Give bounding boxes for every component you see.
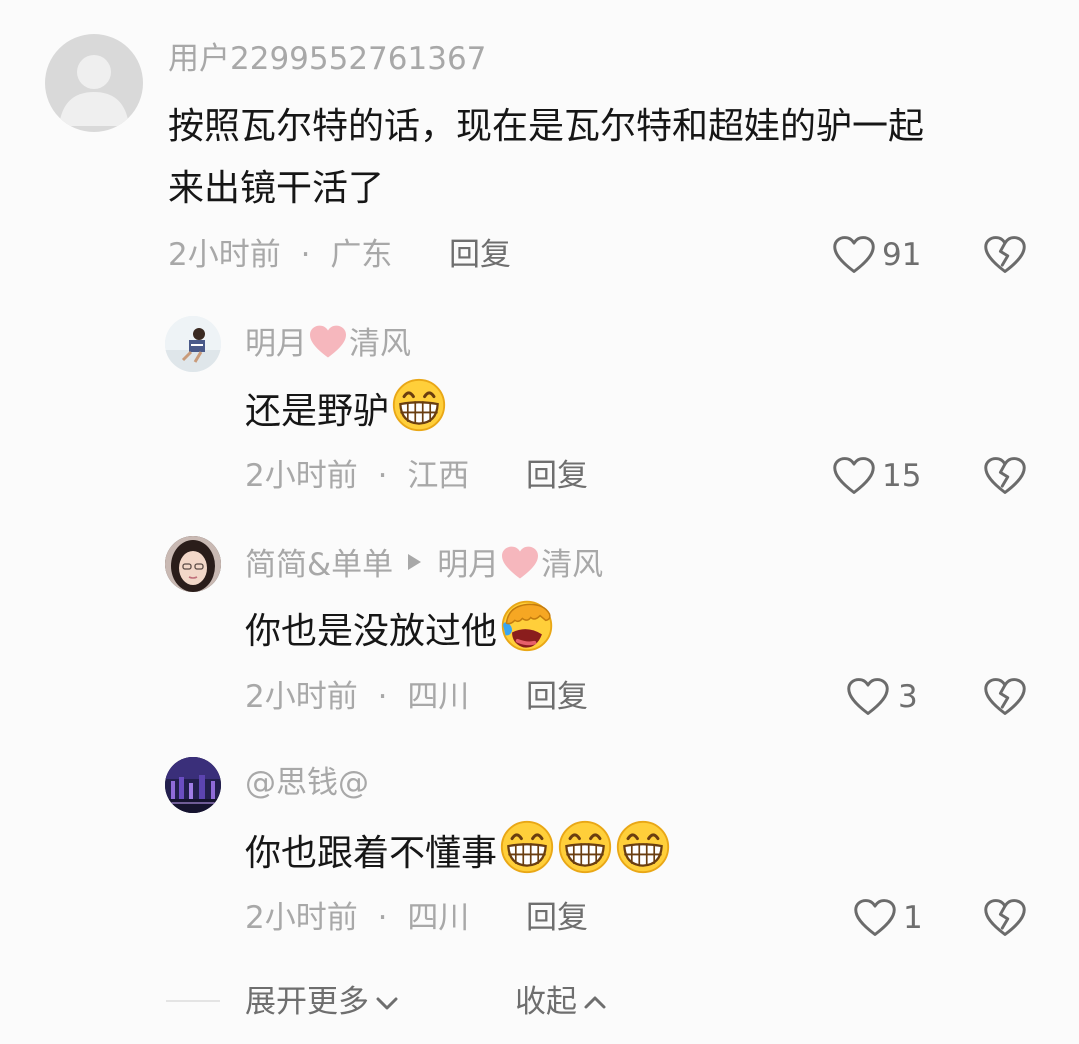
expand-more-button[interactable]: 展开更多 bbox=[245, 984, 401, 1020]
broken-heart-icon[interactable] bbox=[983, 454, 1027, 498]
location: 四川 bbox=[407, 900, 470, 936]
username-part1: 明月 bbox=[245, 326, 307, 362]
avatar[interactable] bbox=[165, 536, 221, 592]
comment-meta: 2小时前 · 广东 bbox=[168, 237, 392, 273]
comment-text-content: 你也是没放过他 bbox=[245, 611, 498, 652]
username-part2: 清风 bbox=[349, 326, 411, 362]
comment-text-content: 你也跟着不懂事 bbox=[245, 833, 498, 874]
chevron-up-icon bbox=[584, 996, 606, 1009]
reply-to-part1: 明月 bbox=[437, 547, 500, 583]
comment-text-line2: 来出镜干活了 bbox=[168, 168, 385, 209]
heart-outline-icon[interactable] bbox=[832, 454, 876, 498]
default-user-icon bbox=[59, 55, 129, 126]
reply-button[interactable]: 回复 bbox=[526, 458, 588, 494]
comment-text: 你也跟着不懂事 bbox=[245, 819, 671, 885]
facepalm-laugh-emoji-icon bbox=[499, 597, 555, 653]
location: 江西 bbox=[407, 458, 470, 494]
avatar-photo bbox=[165, 536, 221, 592]
reply-button[interactable]: 回复 bbox=[526, 679, 588, 715]
reply-to-part2: 清风 bbox=[541, 547, 604, 583]
username[interactable]: 明月 清风 bbox=[245, 324, 411, 362]
comment-text: 按照瓦尔特的话，现在是瓦尔特和超娃的驴一起 来出镜干活了 bbox=[168, 96, 924, 220]
like-count: 3 bbox=[898, 679, 918, 715]
grinning-emoji-icon bbox=[391, 377, 447, 433]
username[interactable]: @思钱@ bbox=[245, 765, 369, 801]
location: 四川 bbox=[407, 679, 470, 715]
collapse-label: 收起 bbox=[515, 984, 577, 1020]
avatar-photo bbox=[165, 316, 221, 372]
username[interactable]: 用户2299552761367 bbox=[168, 41, 486, 77]
avatar[interactable] bbox=[165, 757, 221, 813]
comment-meta: 2小时前 · 四川 bbox=[245, 900, 469, 936]
location: 广东 bbox=[330, 237, 393, 273]
pink-heart-icon bbox=[308, 324, 348, 360]
pink-heart-icon bbox=[500, 545, 540, 581]
comment-text-content: 还是野驴 bbox=[245, 391, 390, 432]
timestamp: 2小时前 bbox=[168, 237, 281, 273]
collapse-button[interactable]: 收起 bbox=[515, 984, 609, 1020]
comment-text-line1: 按照瓦尔特的话，现在是瓦尔特和超娃的驴一起 bbox=[168, 106, 925, 147]
comment-meta: 2小时前 · 江西 bbox=[245, 458, 469, 494]
divider bbox=[166, 1000, 220, 1002]
broken-heart-icon[interactable] bbox=[983, 675, 1027, 719]
avatar[interactable] bbox=[165, 316, 221, 372]
timestamp: 2小时前 bbox=[245, 900, 358, 936]
username-text: 简简&单单 bbox=[245, 547, 394, 583]
separator: · bbox=[377, 458, 388, 494]
broken-heart-icon[interactable] bbox=[983, 896, 1027, 940]
heart-outline-icon[interactable] bbox=[832, 233, 876, 277]
timestamp: 2小时前 bbox=[245, 679, 358, 715]
username[interactable]: 简简&单单 明月 清风 bbox=[245, 545, 603, 583]
separator: · bbox=[377, 679, 388, 715]
like-count: 1 bbox=[903, 900, 923, 936]
comment-meta: 2小时前 · 四川 bbox=[245, 679, 469, 715]
avatar-photo bbox=[165, 757, 221, 813]
grinning-emoji-icon bbox=[499, 819, 555, 875]
timestamp: 2小时前 bbox=[245, 458, 358, 494]
comment-text: 还是野驴 bbox=[245, 377, 447, 443]
grinning-emoji-icon bbox=[557, 819, 613, 875]
heart-outline-icon[interactable] bbox=[853, 896, 897, 940]
like-count: 15 bbox=[882, 458, 922, 494]
heart-outline-icon[interactable] bbox=[846, 675, 890, 719]
separator: · bbox=[377, 900, 388, 936]
expand-more-label: 展开更多 bbox=[245, 984, 369, 1020]
separator: · bbox=[300, 237, 311, 273]
reply-button[interactable]: 回复 bbox=[449, 237, 511, 273]
reply-button[interactable]: 回复 bbox=[526, 900, 588, 936]
play-arrow-icon bbox=[408, 554, 422, 570]
broken-heart-icon[interactable] bbox=[983, 233, 1027, 277]
comment-text: 你也是没放过他 bbox=[245, 597, 555, 663]
grinning-emoji-icon bbox=[615, 819, 671, 875]
chevron-down-icon bbox=[376, 997, 398, 1010]
avatar[interactable] bbox=[45, 34, 143, 132]
like-count: 91 bbox=[882, 237, 922, 273]
